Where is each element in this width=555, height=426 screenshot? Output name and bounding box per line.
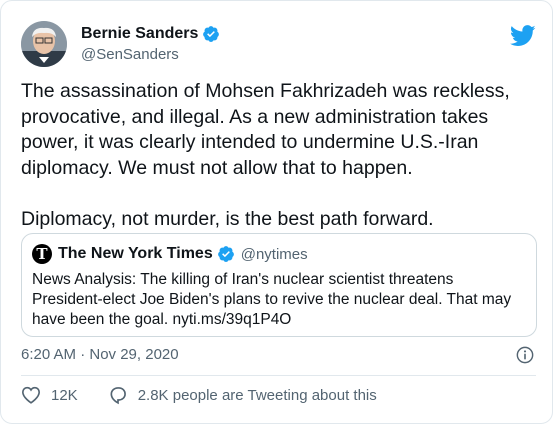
twitter-bird-icon[interactable] [509, 25, 536, 52]
avatar[interactable] [21, 21, 67, 67]
verified-badge-icon [202, 25, 220, 43]
info-icon[interactable] [516, 346, 534, 369]
quoted-author-name: The New York Times [58, 245, 213, 262]
tweet-embed-card: Bernie Sanders @SenSanders The assassina… [0, 0, 553, 424]
tweet-actions: 12K 2.8K people are Tweeting about this [21, 385, 377, 405]
quoted-tweet-text: News Analysis: The killing of Iran's nuc… [32, 271, 512, 328]
verified-badge-icon [217, 245, 235, 263]
author-name[interactable]: Bernie Sanders [81, 25, 198, 43]
tweeting-action[interactable]: 2.8K people are Tweeting about this [108, 385, 377, 405]
quoted-tweet-header: T The New York Times @nytimes [32, 244, 308, 264]
divider [21, 375, 536, 376]
tweeting-count[interactable]: 2.8K people are Tweeting about this [138, 387, 377, 404]
like-action[interactable]: 12K [21, 386, 78, 404]
tweet-timestamp[interactable]: 6:20 AM · Nov 29, 2020 [21, 346, 179, 363]
like-count[interactable]: 12K [51, 387, 78, 404]
tweet-text: The assassination of Mohsen Fakhrizadeh … [21, 80, 510, 230]
heart-icon[interactable] [21, 386, 41, 404]
speech-bubble-icon[interactable] [108, 385, 128, 405]
author-handle[interactable]: @SenSanders [81, 46, 179, 63]
author-name-row[interactable]: Bernie Sanders [81, 25, 220, 43]
quoted-author-handle: @nytimes [240, 245, 308, 263]
quoted-tweet[interactable]: T The New York Times @nytimes News Analy… [21, 233, 537, 337]
nytimes-logo-icon: T [32, 244, 52, 264]
